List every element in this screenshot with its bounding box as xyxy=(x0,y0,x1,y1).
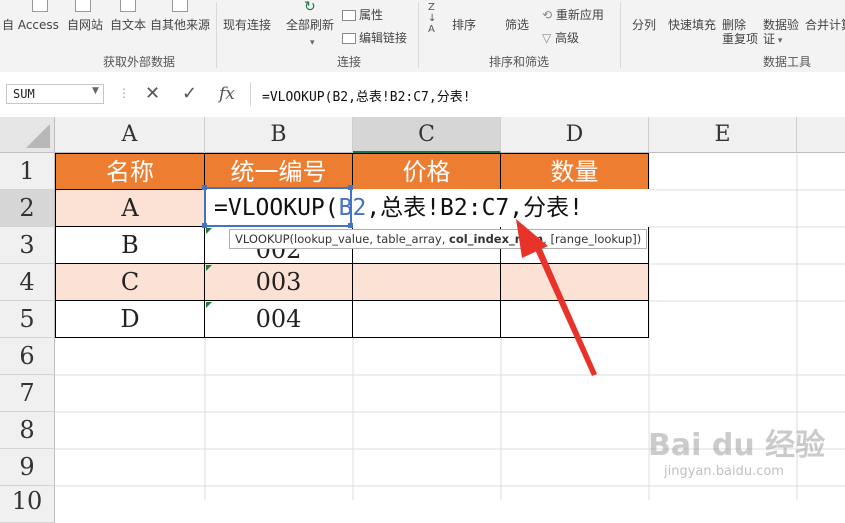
sort-button[interactable]: 排序 xyxy=(452,18,476,32)
reference-handle[interactable] xyxy=(348,185,353,190)
error-indicator-icon[interactable] xyxy=(206,302,212,308)
row-header-2[interactable]: 2 xyxy=(0,190,55,227)
row-header-3[interactable]: 3 xyxy=(0,227,55,264)
group-separator xyxy=(216,2,217,68)
error-indicator-icon[interactable] xyxy=(206,265,212,271)
group-label-external-data: 获取外部数据 xyxy=(103,55,176,69)
consolidate-button[interactable]: 合并计算 xyxy=(805,18,845,32)
from-access-button[interactable]: 自 Access xyxy=(2,0,59,32)
reference-highlight-b2 xyxy=(204,187,352,227)
table-cell-b5[interactable]: 004 xyxy=(205,301,353,338)
row-header-4[interactable]: 4 xyxy=(0,264,55,301)
current-argument: col_index_num xyxy=(449,232,544,246)
from-other-sources-button[interactable]: 自其他来源 xyxy=(150,0,210,32)
edit-links-button[interactable]: 编辑链接 xyxy=(342,31,407,45)
watermark-logo: Bai du 经验 xyxy=(648,428,826,463)
cancel-icon[interactable]: ✕ xyxy=(145,83,160,105)
table-cell-c5[interactable] xyxy=(353,301,501,338)
row-header-9[interactable]: 9 xyxy=(0,449,55,486)
reapply-icon: ⟲ xyxy=(542,8,556,22)
text-to-columns-button[interactable]: 分列 xyxy=(632,18,656,32)
other-sources-icon xyxy=(172,0,188,12)
column-header-c[interactable]: C xyxy=(353,117,501,153)
from-web-button[interactable]: 自网站 xyxy=(67,0,103,32)
row-header-10[interactable]: 10 xyxy=(0,486,55,523)
group-separator xyxy=(620,2,621,68)
properties-button[interactable]: 属性 xyxy=(342,8,383,22)
row-header-6[interactable]: 6 xyxy=(0,338,55,375)
access-icon xyxy=(32,0,48,12)
table-cell-a2[interactable]: A xyxy=(55,190,205,227)
formula-input[interactable]: =VLOOKUP(B2,总表!B2:C7,分表! xyxy=(262,86,471,105)
from-text-button[interactable]: 自文本 xyxy=(110,0,146,32)
watermark-url: jingyan.baidu.com xyxy=(664,464,784,479)
enter-icon[interactable]: ✓ xyxy=(182,83,197,105)
table-cell-d4[interactable] xyxy=(501,264,649,301)
header-cell-qty[interactable]: 数量 xyxy=(501,153,649,190)
filter-button[interactable]: 筛选 xyxy=(505,18,529,32)
select-all-triangle-icon xyxy=(26,124,50,148)
reapply-button[interactable]: ⟲ 重新应用 xyxy=(542,8,604,22)
ribbon: 自 Access 自网站 自文本 自其他来源 现有连接 ↻ 全部刷新 ▾ 属性 … xyxy=(0,0,845,73)
row-header-8[interactable]: 8 xyxy=(0,412,55,449)
group-label-data-tools: 数据工具 xyxy=(763,55,812,69)
refresh-all-button[interactable]: ↻ 全部刷新 xyxy=(286,0,334,32)
web-icon xyxy=(75,0,91,12)
group-label-connections: 连接 xyxy=(337,55,362,69)
edit-links-icon xyxy=(342,33,356,44)
flash-fill-button[interactable]: 快速填充 xyxy=(668,18,716,32)
error-indicator-icon[interactable] xyxy=(206,228,212,234)
group-label-sort-filter: 排序和筛选 xyxy=(489,55,550,69)
advanced-button[interactable]: ▽ 高级 xyxy=(542,31,579,45)
name-box-dropdown-icon[interactable]: ▼ xyxy=(92,86,99,96)
text-file-icon xyxy=(120,0,136,12)
row-header-7[interactable]: 7 xyxy=(0,375,55,412)
refresh-dropdown-icon[interactable]: ▾ xyxy=(310,36,315,50)
table-cell-a5[interactable]: D xyxy=(55,301,205,338)
column-header-d[interactable]: D xyxy=(501,117,649,153)
advanced-icon: ▽ xyxy=(542,31,556,45)
table-cell-a3[interactable]: B xyxy=(55,227,205,264)
header-cell-name[interactable]: 名称 xyxy=(55,153,205,190)
header-cell-price[interactable]: 价格 xyxy=(353,153,501,190)
formula-bar-grip-icon: ⋮ xyxy=(118,86,130,100)
row-header-5[interactable]: 5 xyxy=(0,301,55,338)
reference-handle[interactable] xyxy=(202,185,207,190)
table-cell-a4[interactable]: C xyxy=(55,264,205,301)
table-cell-d5[interactable] xyxy=(501,301,649,338)
table-cell-b4[interactable]: 003 xyxy=(205,264,353,301)
reference-handle[interactable] xyxy=(348,223,353,228)
edit-formula-suffix: ,总表!B2:C7,分表! xyxy=(366,195,583,221)
function-arguments-tooltip[interactable]: VLOOKUP(lookup_value, table_array, col_i… xyxy=(229,229,648,249)
existing-connections-button[interactable]: 现有连接 xyxy=(223,18,271,32)
formula-bar-separator xyxy=(250,82,251,106)
reference-handle[interactable] xyxy=(202,223,207,228)
column-header-f[interactable] xyxy=(797,117,845,153)
column-header-b[interactable]: B xyxy=(205,117,353,153)
insert-function-icon[interactable]: fx xyxy=(219,83,235,105)
refresh-icon: ↻ xyxy=(304,0,316,15)
group-separator xyxy=(418,2,419,68)
name-box[interactable]: SUM xyxy=(6,84,104,104)
header-cell-id[interactable]: 统一编号 xyxy=(205,153,353,190)
sort-az-icon[interactable]: Z ↓ A xyxy=(428,2,436,35)
column-header-e[interactable]: E xyxy=(649,117,797,153)
data-validation-button[interactable]: 数据验证 ▾ xyxy=(763,18,799,48)
table-cell-c4[interactable] xyxy=(353,264,501,301)
baidu-watermark: Bai du 经验 jingyan.baidu.com xyxy=(648,420,838,490)
row-header-1[interactable]: 1 xyxy=(0,153,55,190)
properties-icon xyxy=(342,10,356,21)
column-header-a[interactable]: A xyxy=(55,117,205,153)
remove-duplicates-button[interactable]: 删除 重复项 xyxy=(722,18,758,46)
